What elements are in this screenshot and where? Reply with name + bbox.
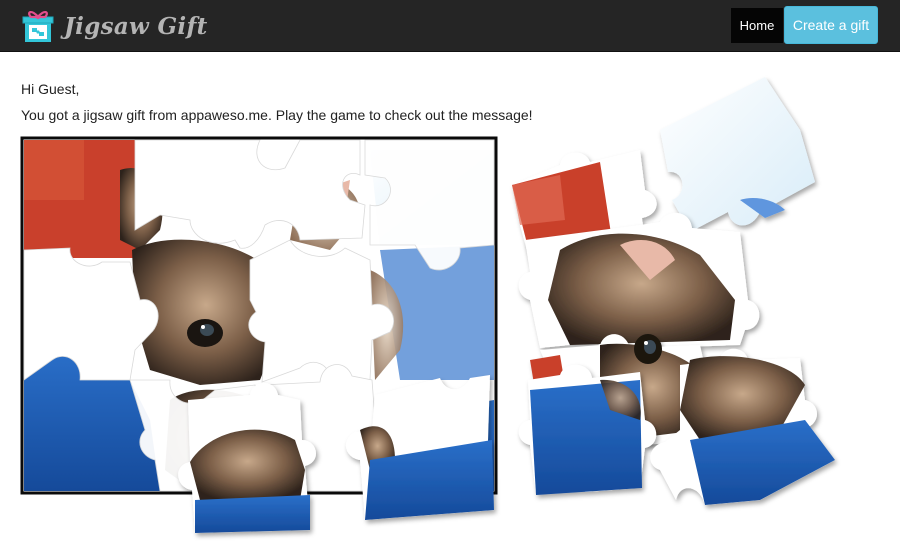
puzzle-piece-top-right-sky[interactable] bbox=[660, 77, 815, 232]
puzzle-piece-bottom-left[interactable] bbox=[178, 382, 317, 533]
jigsaw-puzzle-area[interactable] bbox=[0, 0, 900, 550]
puzzle-piece-denim-left[interactable] bbox=[518, 364, 657, 495]
